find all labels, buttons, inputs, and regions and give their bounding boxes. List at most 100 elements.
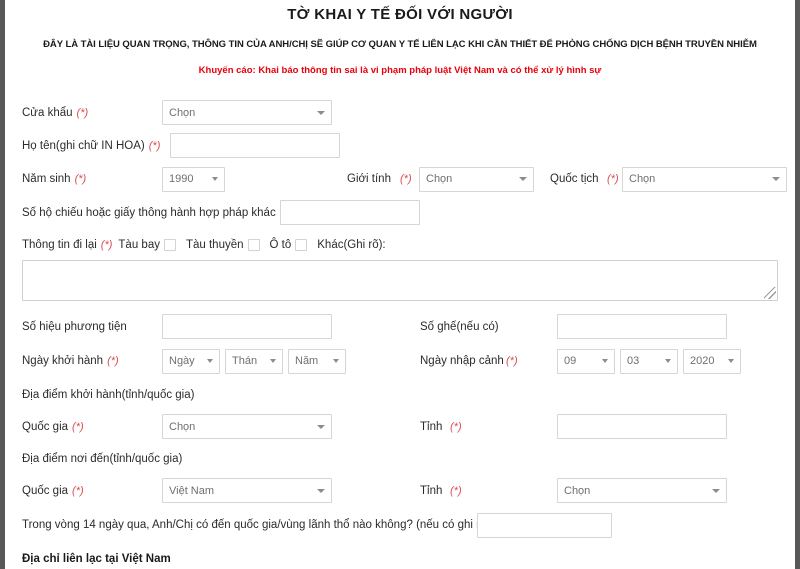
row-travel-note (22, 260, 778, 310)
chevron-down-icon (333, 359, 339, 363)
select-gender[interactable]: Chọn (419, 167, 534, 192)
required-marker: (*) (75, 173, 87, 185)
checkbox-travel-car[interactable] (295, 239, 307, 251)
required-marker: (*) (506, 355, 518, 367)
label-full-name: Họ tên(ghi chữ IN HOA) (22, 140, 145, 152)
label-departure-country: Quốc gia (22, 421, 68, 433)
label-nationality: Quốc tịch (550, 173, 599, 185)
select-departure-day[interactable]: Ngày (162, 349, 220, 374)
select-birth-year[interactable]: 1990 (162, 167, 225, 192)
heading-contact-address: Địa chỉ liên lạc tại Việt Nam (22, 553, 171, 565)
required-marker: (*) (107, 355, 119, 367)
select-departure-month[interactable]: Thán (225, 349, 283, 374)
select-departure-month-value: Thán (232, 355, 257, 367)
label-seat-number: Số ghế(nếu có) (420, 321, 499, 333)
label-travel-car: Ô tô (270, 239, 292, 251)
chevron-down-icon (212, 177, 218, 181)
select-border-port[interactable]: Chọn (162, 100, 332, 125)
select-destination-country[interactable]: Việt Nam (162, 478, 332, 503)
select-departure-day-value: Ngày (169, 355, 195, 367)
label-recent-travel: Trong vòng 14 ngày qua, Anh/Chị có đến q… (22, 519, 490, 531)
row-departure-place-heading: Địa điểm khởi hành(tỉnh/quốc gia) (22, 379, 778, 410)
row-contact-heading: Địa chỉ liên lạc tại Việt Nam (22, 543, 778, 569)
row-destination-country-province: Quốc gia (*) Việt Nam Tỉnh (*) Chọn (22, 474, 778, 507)
health-declaration-form-page: TỜ KHAI Y TẾ ĐỐI VỚI NGƯỜI ĐÂY LÀ TÀI LI… (0, 0, 800, 569)
select-destination-province[interactable]: Chọn (557, 478, 727, 503)
required-marker: (*) (400, 173, 412, 185)
heading-departure-place: Địa điểm khởi hành(tỉnh/quốc gia) (22, 389, 194, 401)
textarea-travel-note[interactable] (22, 260, 778, 301)
input-full-name[interactable] (170, 133, 340, 158)
chevron-down-icon (270, 359, 276, 363)
warning-notice: Khuyến cáo: Khai báo thông tin sai là vi… (5, 65, 795, 76)
chevron-down-icon (317, 425, 325, 429)
label-departure-date: Ngày khởi hành (22, 355, 103, 367)
chevron-down-icon (772, 177, 780, 181)
label-gender: Giới tính (347, 173, 391, 185)
select-entry-day-value: 09 (564, 355, 576, 367)
label-departure-province: Tỉnh (420, 421, 442, 433)
required-marker: (*) (101, 239, 113, 251)
row-passport: Số hộ chiếu hoặc giấy thông hành hợp phá… (22, 196, 778, 229)
select-departure-year[interactable]: Năm (288, 349, 346, 374)
required-marker: (*) (149, 140, 161, 152)
row-birth-gender-nationality: Năm sinh (*) 1990 Giới tính (*) Chọn Quố… (22, 162, 778, 196)
label-vehicle-number: Số hiệu phương tiện (22, 321, 127, 333)
page-subtitle: ĐÂY LÀ TÀI LIỆU QUAN TRỌNG, THÔNG TIN CỦ… (5, 39, 795, 50)
checkbox-travel-plane[interactable] (164, 239, 176, 251)
label-birth-year: Năm sinh (22, 173, 71, 185)
select-entry-year[interactable]: 2020 (683, 349, 741, 374)
select-departure-country-value: Chọn (169, 421, 195, 433)
chevron-down-icon (665, 359, 671, 363)
select-birth-year-value: 1990 (169, 173, 193, 185)
select-destination-province-value: Chọn (564, 485, 590, 497)
label-travel-plane: Tàu bay (118, 239, 160, 251)
checkbox-travel-boat[interactable] (248, 239, 260, 251)
input-recent-travel[interactable] (477, 513, 612, 538)
select-entry-year-value: 2020 (690, 355, 714, 367)
label-border-port: Cửa khẩu (22, 107, 73, 119)
chevron-down-icon (317, 111, 325, 115)
page-title: TỜ KHAI Y TẾ ĐỐI VỚI NGƯỜI (5, 0, 795, 23)
chevron-down-icon (712, 489, 720, 493)
chevron-down-icon (317, 489, 325, 493)
select-gender-value: Chọn (426, 173, 452, 185)
row-full-name: Họ tên(ghi chữ IN HOA) (*) (22, 129, 778, 162)
form-container: TỜ KHAI Y TẾ ĐỐI VỚI NGƯỜI ĐÂY LÀ TÀI LI… (5, 0, 795, 569)
row-destination-place-heading: Địa điểm nơi đến(tỉnh/quốc gia) (22, 443, 778, 474)
select-entry-month[interactable]: 03 (620, 349, 678, 374)
required-marker: (*) (450, 485, 462, 497)
label-travel-info: Thông tin đi lại (22, 239, 97, 251)
row-recent-travel: Trong vòng 14 ngày qua, Anh/Chị có đến q… (22, 507, 778, 543)
chevron-down-icon (728, 359, 734, 363)
input-seat-number[interactable] (557, 314, 727, 339)
required-marker: (*) (450, 421, 462, 433)
required-marker: (*) (72, 421, 84, 433)
form-fields: Cửa khẩu (*) Chọn Họ tên(ghi chữ IN HOA)… (5, 96, 795, 569)
select-destination-country-value: Việt Nam (169, 485, 214, 497)
row-travel-info: Thông tin đi lại (*) Tàu bay Tàu thuyền … (22, 229, 778, 260)
input-passport[interactable] (280, 200, 420, 225)
label-passport: Số hộ chiếu hoặc giấy thông hành hợp phá… (22, 207, 276, 219)
select-departure-year-value: Năm (295, 355, 318, 367)
chevron-down-icon (519, 177, 527, 181)
label-destination-province: Tỉnh (420, 485, 442, 497)
chevron-down-icon (602, 359, 608, 363)
input-vehicle-number[interactable] (162, 314, 332, 339)
select-departure-country[interactable]: Chọn (162, 414, 332, 439)
required-marker: (*) (72, 485, 84, 497)
heading-destination-place: Địa điểm nơi đến(tỉnh/quốc gia) (22, 453, 182, 465)
label-entry-date: Ngày nhập cảnh (420, 355, 504, 367)
row-border-port: Cửa khẩu (*) Chọn (22, 96, 778, 129)
label-destination-country: Quốc gia (22, 485, 68, 497)
select-nationality-value: Chọn (629, 173, 655, 185)
row-vehicle-seat: Số hiệu phương tiện Số ghế(nếu có) (22, 310, 778, 343)
required-marker: (*) (607, 173, 619, 185)
chevron-down-icon (207, 359, 213, 363)
select-entry-day[interactable]: 09 (557, 349, 615, 374)
input-departure-province[interactable] (557, 414, 727, 439)
resize-handle-icon[interactable] (764, 287, 776, 299)
row-departure-country-province: Quốc gia (*) Chọn Tỉnh (*) (22, 410, 778, 443)
select-nationality[interactable]: Chọn (622, 167, 787, 192)
label-travel-boat: Tàu thuyền (186, 239, 244, 251)
